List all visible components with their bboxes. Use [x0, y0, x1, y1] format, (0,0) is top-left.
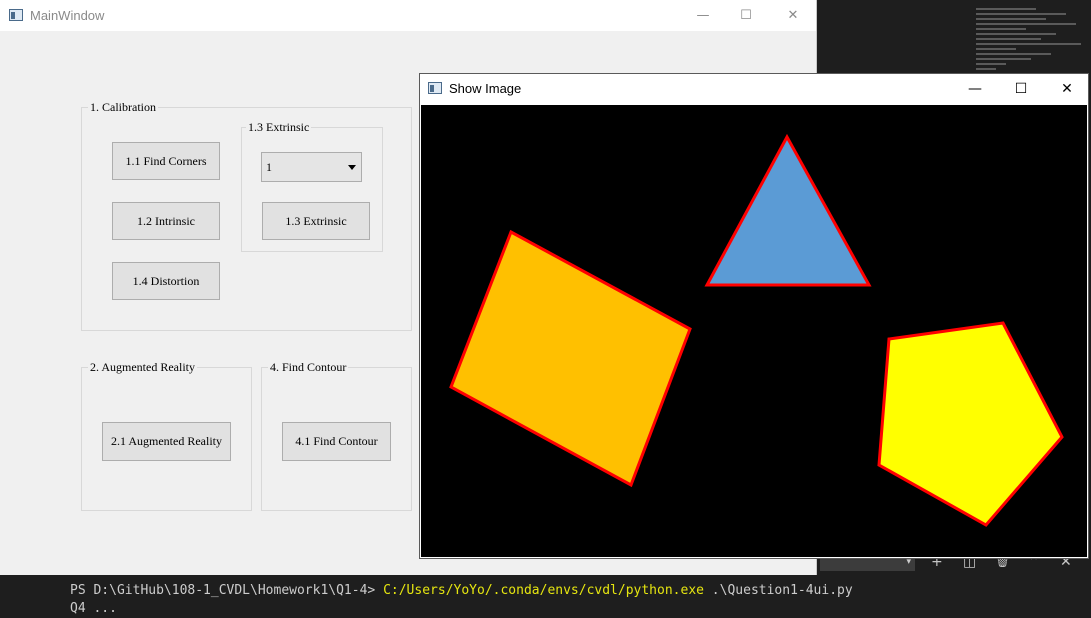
- intrinsic-button[interactable]: 1.2 Intrinsic: [112, 202, 220, 240]
- main-window-title: MainWindow: [30, 8, 105, 23]
- find-contour-group-title: 4. Find Contour: [268, 360, 349, 375]
- maximize-button[interactable]: ☐: [723, 0, 769, 31]
- augmented-reality-group-title: 2. Augmented Reality: [88, 360, 197, 375]
- maximize-button[interactable]: ☐: [998, 74, 1044, 105]
- find-contour-button[interactable]: 4.1 Find Contour: [282, 422, 391, 461]
- terminal-select[interactable]: ▾: [820, 557, 915, 571]
- chevron-down-icon: [348, 165, 356, 170]
- show-image-window: Show Image — ☐ ✕: [419, 73, 1089, 559]
- augmented-reality-button[interactable]: 2.1 Augmented Reality: [102, 422, 231, 461]
- show-image-titlebar[interactable]: Show Image — ☐ ✕: [420, 74, 1088, 105]
- app-icon: [9, 9, 23, 21]
- rectangle-shape: [449, 229, 692, 488]
- terminal-exe-path: C:/Users/YoYo/.conda/envs/cvdl/python.ex…: [383, 583, 704, 598]
- terminal-panel[interactable]: PS D:\GitHub\108-1_CVDL\Homework1\Q1-4> …: [0, 575, 1091, 618]
- minimize-button[interactable]: —: [952, 74, 998, 105]
- triangle-shape: [704, 133, 872, 287]
- terminal-prompt: PS D:\GitHub\108-1_CVDL\Homework1\Q1-4>: [70, 583, 384, 598]
- extrinsic-group-title: 1.3 Extrinsic: [246, 120, 312, 135]
- distortion-button[interactable]: 1.4 Distortion: [112, 262, 220, 300]
- image-canvas: [421, 105, 1087, 557]
- minimize-button[interactable]: —: [680, 0, 726, 31]
- main-titlebar[interactable]: MainWindow — ☐ ✕: [0, 0, 816, 31]
- close-button[interactable]: ✕: [770, 0, 816, 31]
- terminal-args: .\Question1-4ui.py: [703, 583, 853, 598]
- close-button[interactable]: ✕: [1044, 74, 1090, 105]
- find-corners-button[interactable]: 1.1 Find Corners: [112, 142, 220, 180]
- calibration-group-title: 1. Calibration: [88, 100, 158, 115]
- terminal-output: Q4 ...: [70, 601, 117, 616]
- terminal-command-line: PS D:\GitHub\108-1_CVDL\Homework1\Q1-4> …: [70, 583, 853, 598]
- pentagon-shape: [877, 321, 1064, 527]
- show-image-title: Show Image: [449, 81, 522, 96]
- extrinsic-index-value: 1: [266, 160, 272, 174]
- contour-image: [449, 133, 1064, 527]
- extrinsic-index-select[interactable]: 1: [261, 152, 362, 182]
- extrinsic-button[interactable]: 1.3 Extrinsic: [262, 202, 370, 240]
- app-icon: [428, 82, 442, 94]
